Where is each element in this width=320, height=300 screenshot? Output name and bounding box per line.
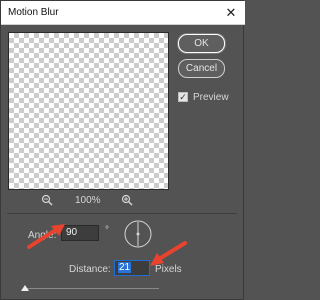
- distance-value: 21: [118, 262, 132, 273]
- close-button[interactable]: ✕: [223, 5, 239, 21]
- distance-label: Distance:: [69, 264, 111, 275]
- distance-slider-track[interactable]: [23, 288, 159, 289]
- title-bar[interactable]: Motion Blur ✕: [1, 1, 245, 25]
- preview-label: Preview: [193, 91, 229, 103]
- preview-checkbox[interactable]: ✓: [178, 92, 188, 102]
- preview-toggle[interactable]: ✓ Preview: [178, 90, 229, 104]
- zoom-out-icon[interactable]: [41, 194, 53, 206]
- annotation-arrow-angle-icon: [27, 224, 65, 249]
- distance-input[interactable]: 21: [114, 260, 150, 276]
- annotation-arrow-distance-icon: [150, 241, 187, 266]
- distance-slider-thumb[interactable]: [21, 285, 29, 291]
- motion-blur-dialog: Motion Blur ✕ OK Cancel ✓ Preview 100% A…: [0, 0, 245, 300]
- zoom-in-icon[interactable]: [121, 194, 133, 206]
- preview-canvas[interactable]: [8, 32, 169, 190]
- cancel-button[interactable]: Cancel: [178, 59, 225, 78]
- zoom-controls: 100%: [1, 194, 177, 208]
- degree-symbol: °: [105, 225, 109, 236]
- divider: [7, 213, 237, 214]
- zoom-level: 100%: [75, 195, 101, 206]
- ok-button[interactable]: OK: [178, 34, 225, 53]
- dialog-title: Motion Blur: [8, 7, 59, 18]
